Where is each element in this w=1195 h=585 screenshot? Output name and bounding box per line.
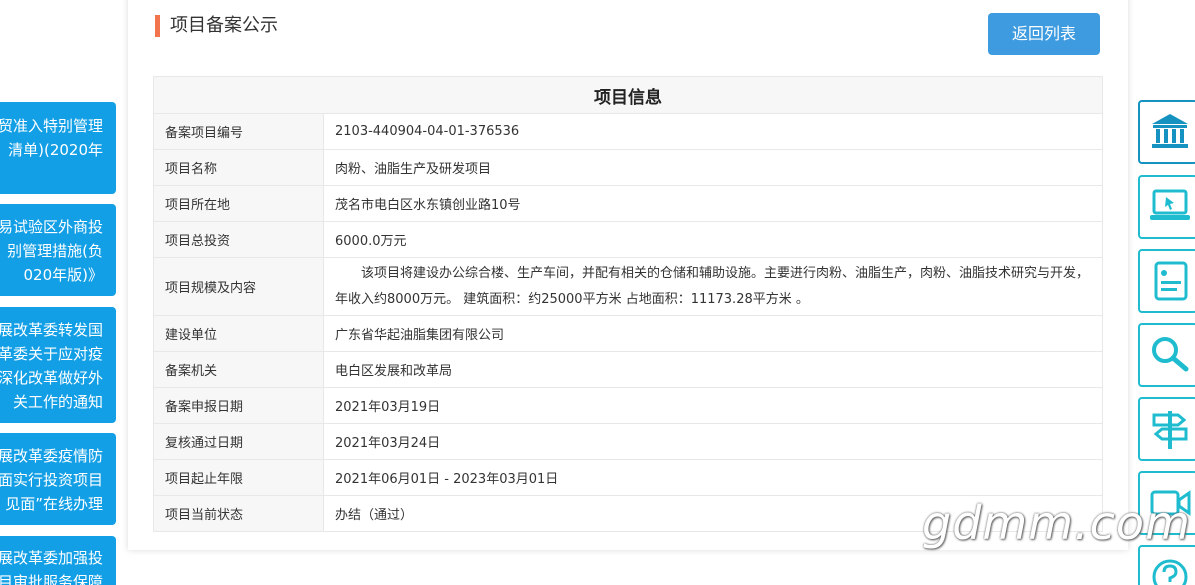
left-link-line: 目审批服务保障 bbox=[0, 573, 103, 585]
row-value: 2021年03月19日 bbox=[323, 387, 1103, 424]
row-label: 项目总投资 bbox=[153, 221, 324, 258]
left-link-2[interactable]: 易试验区外商投 别管理措施(负 020年版)》 bbox=[0, 204, 116, 296]
page-title: 项目备案公示 bbox=[170, 15, 278, 36]
table-row: 项目起止年限 2021年06月01日 - 2023年03月01日 bbox=[153, 459, 1103, 496]
title-accent-bar bbox=[155, 15, 160, 37]
table-row: 复核通过日期 2021年03月24日 bbox=[153, 423, 1103, 460]
document-button[interactable] bbox=[1138, 249, 1195, 313]
row-value: 肉粉、油脂生产及研发项目 bbox=[323, 149, 1103, 186]
row-value: 茂名市电白区水东镇创业路10号 bbox=[323, 185, 1103, 222]
table-header: 项目信息 bbox=[153, 76, 1103, 114]
row-label: 项目名称 bbox=[153, 149, 324, 186]
help-icon bbox=[1152, 559, 1188, 585]
guide-button[interactable] bbox=[1138, 397, 1195, 461]
back-to-list-button[interactable]: 返回列表 bbox=[988, 13, 1100, 55]
document-icon bbox=[1154, 261, 1188, 301]
row-label: 备案项目编号 bbox=[153, 113, 324, 150]
main-card: 项目备案公示 返回列表 项目信息 备案项目编号 2103-440904-04-0… bbox=[128, 0, 1128, 550]
row-label: 项目规模及内容 bbox=[153, 257, 324, 316]
search-icon bbox=[1152, 337, 1189, 372]
left-link-line: 见面”在线办理 bbox=[5, 495, 103, 513]
left-link-line: 020年版)》 bbox=[23, 266, 103, 284]
left-link-line: 展改革委加强投 bbox=[0, 549, 103, 567]
left-link-line: 易试验区外商投 bbox=[0, 218, 103, 236]
left-link-line: 展改革委疫情防 bbox=[0, 447, 103, 465]
bank-button[interactable] bbox=[1138, 100, 1195, 164]
left-link-line: 展改革委转发国 bbox=[0, 321, 103, 339]
row-value: 2021年06月01日 - 2023年03月01日 bbox=[323, 459, 1103, 496]
table-row: 项目所在地 茂名市电白区水东镇创业路10号 bbox=[153, 185, 1103, 222]
search-button[interactable] bbox=[1138, 323, 1195, 387]
row-label: 项目起止年限 bbox=[153, 459, 324, 496]
row-value: 6000.0万元 bbox=[323, 221, 1103, 258]
bank-icon bbox=[1152, 114, 1188, 148]
left-link-line: 别管理措施(负 bbox=[7, 242, 103, 260]
left-link-5[interactable]: 展改革委加强投 目审批服务保障 bbox=[0, 536, 116, 585]
project-info-table: 项目信息 备案项目编号 2103-440904-04-01-376536 项目名… bbox=[153, 76, 1103, 532]
row-label: 备案机关 bbox=[153, 351, 324, 388]
row-label: 项目当前状态 bbox=[153, 495, 324, 532]
row-value: 电白区发展和改革局 bbox=[323, 351, 1103, 388]
left-link-line: 关工作的通知 bbox=[12, 393, 103, 411]
table-row: 备案机关 电白区发展和改革局 bbox=[153, 351, 1103, 388]
table-row: 项目规模及内容 该项目将建设办公综合楼、生产车间，并配有相关的仓储和辅助设施。主… bbox=[153, 257, 1103, 316]
left-link-line: 面实行投资项目 bbox=[0, 471, 103, 489]
watermark: gdmm.com bbox=[922, 496, 1191, 550]
help-button[interactable] bbox=[1138, 545, 1195, 585]
left-link-3[interactable]: 展改革委转发国 革委关于应对疫 深化改革做好外 关工作的通知 bbox=[0, 307, 116, 423]
row-value: 2103-440904-04-01-376536 bbox=[323, 113, 1103, 150]
left-link-line: 深化改革做好外 bbox=[0, 369, 103, 387]
left-link-line: 革委关于应对疫 bbox=[0, 345, 103, 363]
row-value: 广东省华起油脂集团有限公司 bbox=[323, 315, 1103, 352]
table-header-row: 项目信息 bbox=[153, 76, 1103, 114]
monitor-icon bbox=[1150, 189, 1190, 220]
left-link-4[interactable]: 展改革委疫情防 面实行投资项目 见面”在线办理 bbox=[0, 433, 116, 525]
signpost-icon bbox=[1152, 411, 1188, 449]
row-label: 复核通过日期 bbox=[153, 423, 324, 460]
online-service-button[interactable] bbox=[1138, 175, 1195, 239]
table-row: 备案项目编号 2103-440904-04-01-376536 bbox=[153, 113, 1103, 150]
table-row: 项目总投资 6000.0万元 bbox=[153, 221, 1103, 258]
left-link-list: 贸准入特别管理 清单)(2020年 易试验区外商投 别管理措施(负 020年版)… bbox=[0, 0, 116, 585]
row-label: 备案申报日期 bbox=[153, 387, 324, 424]
row-label: 项目所在地 bbox=[153, 185, 324, 222]
row-value: 该项目将建设办公综合楼、生产车间，并配有相关的仓储和辅助设施。主要进行肉粉、油脂… bbox=[323, 257, 1103, 316]
table-row: 备案申报日期 2021年03月19日 bbox=[153, 387, 1103, 424]
table-row: 建设单位 广东省华起油脂集团有限公司 bbox=[153, 315, 1103, 352]
left-link-1[interactable]: 贸准入特别管理 清单)(2020年 bbox=[0, 102, 116, 194]
row-label: 建设单位 bbox=[153, 315, 324, 352]
row-value: 2021年03月24日 bbox=[323, 423, 1103, 460]
left-link-line: 清单)(2020年 bbox=[8, 141, 103, 159]
table-row: 项目名称 肉粉、油脂生产及研发项目 bbox=[153, 149, 1103, 186]
left-link-line: 贸准入特别管理 bbox=[0, 117, 103, 135]
